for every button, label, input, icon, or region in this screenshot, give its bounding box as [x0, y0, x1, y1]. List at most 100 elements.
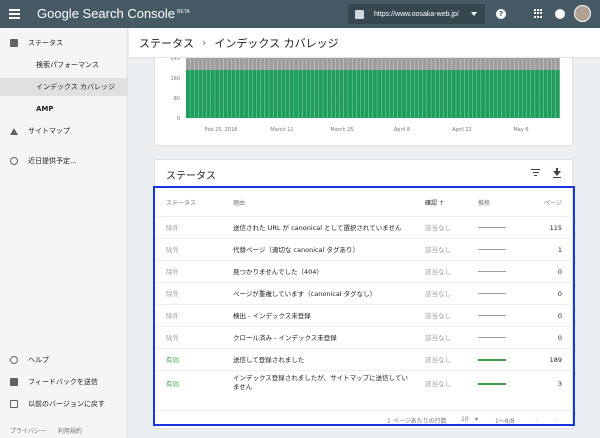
bar-green [385, 70, 390, 118]
bar-grey [252, 56, 257, 70]
filter-icon[interactable] [531, 169, 540, 177]
bar-grey [368, 56, 373, 70]
dashboard-icon [10, 39, 18, 47]
bar-grey [360, 56, 365, 70]
bar-green [501, 70, 506, 118]
bar-grey [348, 56, 352, 70]
sidebar-item-amp[interactable]: AMP [0, 100, 127, 118]
avatar[interactable] [574, 5, 591, 22]
bar-grey [223, 56, 228, 70]
bar-grey [551, 56, 556, 70]
bar-grey [435, 56, 440, 70]
bar-green [443, 70, 448, 118]
row-trend-sparkline [478, 315, 506, 316]
app-brand[interactable]: Google Search Console BETA [37, 6, 190, 21]
bar-green [468, 70, 473, 118]
bar-grey [235, 56, 240, 70]
column-header-trend[interactable]: 推移 [478, 198, 490, 207]
bar-grey [240, 56, 244, 70]
notifications-icon[interactable] [555, 9, 565, 19]
coverage-chart: 240 160 80 0 Feb 25, 2018 March 11 March 25 Apr… [170, 56, 560, 133]
row-pages: 189 [549, 356, 562, 364]
bar-grey [331, 56, 336, 70]
bar-grey [248, 56, 253, 70]
bar-grey [447, 56, 452, 70]
bar-green [339, 70, 344, 118]
property-selector[interactable]: https://www.oosaka-web.jp/ [348, 4, 485, 24]
bar-grey [377, 56, 382, 70]
caret-down-icon[interactable]: ▾ [475, 416, 478, 423]
sidebar-item-feedback[interactable]: フィードバックを送信 [0, 373, 127, 391]
bar-grey [489, 56, 494, 70]
sidebar-item-performance[interactable]: 検索パフォーマンス [0, 56, 127, 74]
column-header-confirmation[interactable]: 確認 ↑ [425, 198, 444, 207]
sidebar-item-coming-soon[interactable]: 近日提供予定... [0, 152, 127, 170]
table-row[interactable]: 除外 クロール済み - インデックス未登録 該当なし 0 [155, 326, 574, 348]
help-circle-icon [10, 356, 18, 364]
sidebar-item-status[interactable]: ステータス [0, 34, 127, 52]
table-row[interactable]: 除外 代替ページ（適切な canonical タグあり） 該当なし 1 [155, 238, 574, 260]
prev-page-icon[interactable]: ‹ [535, 416, 537, 423]
next-page-icon[interactable]: › [555, 416, 557, 423]
row-reason: 検出 - インデックス未登録 [233, 312, 311, 320]
table-row[interactable]: 除外 検出 - インデックス未登録 該当なし 0 [155, 304, 574, 326]
bar-green [493, 70, 498, 118]
bar-grey [364, 56, 369, 70]
menu-icon[interactable] [9, 9, 20, 19]
bar-green [418, 70, 423, 118]
table-row[interactable]: 除外 送信された URL が canonical として選択されていません 該当なし… [155, 216, 574, 238]
sidebar-item-label: インデックス カバレッジ [36, 83, 116, 91]
bar-green [476, 70, 481, 118]
bar-green [264, 70, 269, 118]
bar-green [368, 70, 373, 118]
bar-green [323, 70, 328, 118]
sidebar-item-index-coverage[interactable]: インデックス カバレッジ [0, 78, 127, 96]
terms-link[interactable]: 利用規約 [58, 428, 82, 435]
row-trend-sparkline [478, 293, 506, 294]
table-row[interactable]: 有効 インデックス登録されましたが、サイトマップに送信していません 該当なし 3 [155, 370, 574, 396]
column-header-pages[interactable]: ページ [544, 198, 562, 207]
sidebar-item-label: ヘルプ [28, 356, 49, 364]
privacy-link[interactable]: プライバシー [10, 428, 46, 435]
table-row[interactable]: 有効 送信して登録されました 該当なし 189 [155, 348, 574, 370]
bar-green [464, 70, 469, 118]
column-header-status[interactable]: ステータス [166, 198, 196, 207]
row-reason: インデックス登録されましたが、サイトマップに送信していません [233, 374, 408, 391]
breadcrumb-root[interactable]: ステータス [139, 35, 194, 51]
bar-grey [343, 56, 348, 70]
bar-green [402, 70, 406, 118]
bar-green [289, 70, 294, 118]
bar-grey [422, 56, 427, 70]
bar-grey [402, 56, 406, 70]
table-row[interactable]: 除外 見つかりませんでした（404） 該当なし 0 [155, 260, 574, 282]
bar-grey [385, 56, 390, 70]
row-confirmation: 該当なし [425, 356, 451, 364]
sidebar-item-old-version[interactable]: 以前のバージョンに戻す [0, 395, 127, 413]
bar-green [298, 70, 303, 118]
row-status: 除外 [166, 268, 179, 276]
sidebar-item-help[interactable]: ヘルプ [0, 351, 127, 369]
bar-grey [198, 56, 203, 70]
rows-per-page-select[interactable]: 10 [461, 416, 469, 423]
column-header-reason[interactable]: 理由 [233, 198, 245, 207]
column-header-confirmation-label: 確認 [425, 200, 438, 207]
table-row[interactable]: 除外 ページが重複しています（canonical タグなし） 該当なし 0 [155, 282, 574, 304]
row-reason: 見つかりませんでした（404） [233, 268, 323, 276]
bar-green [526, 70, 531, 118]
row-reason: 送信された URL が canonical として選択されていません [233, 224, 402, 232]
help-icon[interactable]: ? [496, 9, 506, 19]
footer-links: プライバシー 利用規約 [10, 426, 92, 435]
brand-name: Google Search Console [37, 6, 176, 21]
bar-green [318, 70, 323, 118]
bar-green [356, 70, 361, 118]
bar-grey [206, 56, 211, 70]
sidebar-item-sitemaps[interactable]: サイトマップ [0, 122, 127, 140]
row-reason: クロール済み - インデックス未登録 [233, 334, 337, 342]
apps-grid-icon[interactable] [534, 9, 543, 18]
status-card: ステータス ステータス 理由 確認 ↑ 推移 ページ 除外 送信された URL が… [154, 159, 574, 429]
bar-grey [260, 56, 265, 70]
row-pages: 3 [557, 380, 562, 388]
chevron-down-icon [471, 12, 477, 16]
download-icon[interactable] [553, 168, 561, 178]
coverage-chart-card: 240 160 80 0 Feb 25, 2018 March 11 March 25 Apr… [154, 56, 573, 146]
